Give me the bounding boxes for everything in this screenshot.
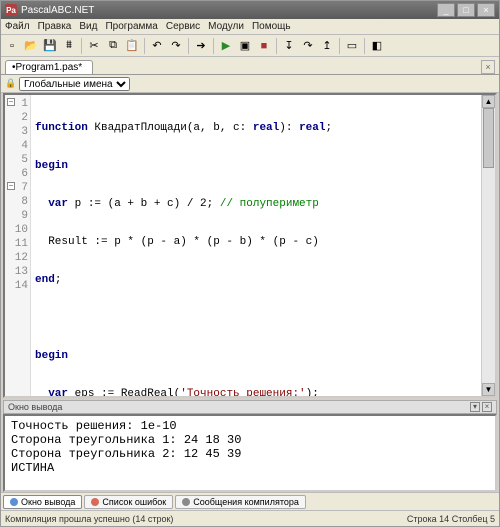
tab-label: Окно вывода: [21, 497, 75, 507]
toolbar-separator: [339, 38, 340, 54]
editor-tabstrip: •Program1.pas* ×: [1, 57, 499, 75]
line-number: 10: [9, 223, 28, 237]
editor-tab-label: •Program1.pas*: [12, 62, 82, 73]
line-number: 5: [9, 153, 28, 167]
scope-select[interactable]: Глобальные имена: [19, 77, 130, 91]
paste-icon[interactable]: 📋: [123, 37, 141, 55]
scroll-up-icon[interactable]: ▲: [482, 95, 495, 108]
bottom-tabstrip: Окно вывода Список ошибок Сообщения компил…: [1, 492, 499, 510]
tab-output[interactable]: Окно вывода: [3, 495, 82, 509]
line-number: 13: [9, 265, 28, 279]
status-right: Строка 14 Столбец 5: [407, 514, 495, 524]
app-icon: Pa: [5, 4, 17, 16]
goto-icon[interactable]: ➔: [192, 37, 210, 55]
lock-icon: 🔒: [5, 78, 17, 90]
editor-tab[interactable]: •Program1.pas*: [5, 60, 93, 74]
scroll-thumb[interactable]: [483, 108, 494, 168]
copy-icon[interactable]: ⧉: [104, 37, 122, 55]
code-area[interactable]: function КвадратПлощади(a, b, c: real): …: [31, 95, 481, 396]
menubar: Файл Правка Вид Программа Сервис Модули …: [1, 19, 499, 35]
menu-edit[interactable]: Правка: [38, 21, 72, 32]
toolbar-separator: [276, 38, 277, 54]
menu-program[interactable]: Программа: [105, 21, 157, 32]
output-panel-label: Окно вывода: [8, 402, 62, 412]
cut-icon[interactable]: ✂: [85, 37, 103, 55]
line-number: 14: [9, 279, 28, 293]
tab-label: Список ошибок: [102, 497, 166, 507]
menu-modules[interactable]: Модули: [208, 21, 244, 32]
tab-dot-icon: [182, 498, 190, 506]
tab-close-button[interactable]: ×: [481, 60, 495, 74]
runform-icon[interactable]: ▣: [236, 37, 254, 55]
run-icon[interactable]: ▶: [217, 37, 235, 55]
new-icon[interactable]: ▫: [3, 37, 21, 55]
line-number-gutter: − − 1234567891011121314: [5, 95, 31, 396]
toolbar-separator: [364, 38, 365, 54]
stepinto-icon[interactable]: ↧: [280, 37, 298, 55]
redo-icon[interactable]: ↷: [167, 37, 185, 55]
output-panel-title: Окно вывода ▾ ×: [3, 400, 497, 414]
output-panel[interactable]: Точность решения: 1e-10 Сторона треуголь…: [3, 414, 497, 492]
line-number: 3: [9, 125, 28, 139]
tab-label: Сообщения компилятора: [193, 497, 299, 507]
toolbar-separator: [144, 38, 145, 54]
line-number: 8: [9, 195, 28, 209]
tab-messages[interactable]: Сообщения компилятора: [175, 495, 306, 509]
maximize-button[interactable]: □: [457, 3, 475, 17]
save-icon[interactable]: 💾: [41, 37, 59, 55]
editor[interactable]: − − 1234567891011121314 function Квадрат…: [3, 93, 497, 398]
scope-bar: 🔒 Глобальные имена: [1, 75, 499, 93]
scroll-down-icon[interactable]: ▼: [482, 383, 495, 396]
tab-errors[interactable]: Список ошибок: [84, 495, 173, 509]
fold-toggle[interactable]: −: [7, 182, 15, 190]
close-button[interactable]: ×: [477, 3, 495, 17]
line-number: 12: [9, 251, 28, 265]
status-left: Компиляция прошла успешно (14 строк): [5, 514, 173, 524]
panel-pin-button[interactable]: ▾: [470, 402, 480, 412]
toolbar: ▫📂💾⩩✂⧉📋↶↷➔▶▣■↧↷↥▭◧: [1, 35, 499, 57]
menu-help[interactable]: Помощь: [252, 21, 291, 32]
menu-file[interactable]: Файл: [5, 21, 30, 32]
app-title: PascalABC.NET: [21, 5, 94, 16]
open-icon[interactable]: 📂: [22, 37, 40, 55]
fold-toggle[interactable]: −: [7, 98, 15, 106]
toolbar-separator: [188, 38, 189, 54]
line-number: 6: [9, 167, 28, 181]
newform-icon[interactable]: ◧: [368, 37, 386, 55]
editor-scrollbar[interactable]: ▲ ▼: [481, 95, 495, 396]
panel-close-button[interactable]: ×: [482, 402, 492, 412]
toolbar-separator: [213, 38, 214, 54]
menu-view[interactable]: Вид: [79, 21, 97, 32]
stepover-icon[interactable]: ↷: [299, 37, 317, 55]
line-number: 2: [9, 111, 28, 125]
line-number: 11: [9, 237, 28, 251]
undo-icon[interactable]: ↶: [148, 37, 166, 55]
menu-service[interactable]: Сервис: [166, 21, 200, 32]
line-number: 9: [9, 209, 28, 223]
stop-icon[interactable]: ■: [255, 37, 273, 55]
stepout-icon[interactable]: ↥: [318, 37, 336, 55]
titlebar: Pa PascalABC.NET _ □ ×: [1, 1, 499, 19]
tab-dot-icon: [91, 498, 99, 506]
form-icon[interactable]: ▭: [343, 37, 361, 55]
toolbar-separator: [81, 38, 82, 54]
tab-dot-icon: [10, 498, 18, 506]
statusbar: Компиляция прошла успешно (14 строк) Стр…: [1, 510, 499, 526]
saveall-icon[interactable]: ⩩: [60, 37, 78, 55]
minimize-button[interactable]: _: [437, 3, 455, 17]
line-number: 4: [9, 139, 28, 153]
